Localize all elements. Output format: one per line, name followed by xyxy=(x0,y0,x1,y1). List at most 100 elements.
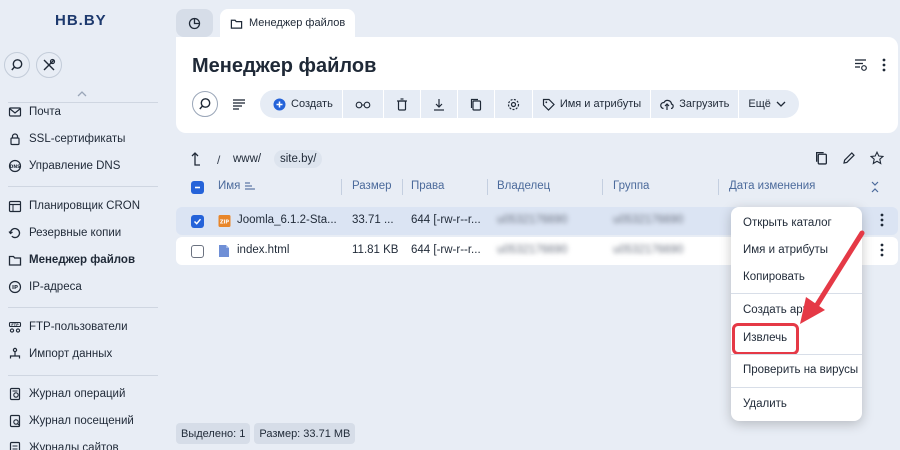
name-attributes-label: Имя и атрибуты xyxy=(559,98,642,110)
selected-count: Выделено: 1 xyxy=(176,423,251,444)
create-button[interactable]: Создать xyxy=(264,90,343,118)
copy-path-button[interactable] xyxy=(815,151,828,168)
file-group: u0532176690 xyxy=(613,244,684,256)
plus-circle-icon xyxy=(273,98,286,110)
sidebar-item-journal[interactable]: Журнал операций xyxy=(8,383,125,405)
journal-icon xyxy=(9,387,21,401)
backup-icon xyxy=(8,227,21,239)
site-logs-icon xyxy=(9,441,21,450)
folder-icon xyxy=(230,19,243,29)
edit-path-button[interactable] xyxy=(842,151,856,168)
tab-file-manager[interactable]: Менеджер файлов xyxy=(220,9,356,37)
svg-text:ZIP: ZIP xyxy=(220,220,229,226)
sidebar-item-file-manager[interactable]: Менеджер файлов xyxy=(8,249,135,271)
file-name[interactable]: Joomla_6.1.2-Sta... xyxy=(237,214,337,226)
copy-button[interactable] xyxy=(458,90,495,118)
sidebar-item-label: Менеджер файлов xyxy=(29,254,136,266)
sidebar-item-ftp[interactable]: FTP FTP-пользователи xyxy=(8,316,128,338)
sidebar-item-backups[interactable]: Резервные копии xyxy=(8,222,121,244)
table-settings-button[interactable] xyxy=(853,57,868,75)
ftp-icon: FTP xyxy=(8,321,22,333)
column-owner[interactable]: Владелец xyxy=(497,180,550,192)
row-checkbox[interactable] xyxy=(191,245,204,258)
cloud-upload-icon xyxy=(660,99,674,110)
search-button[interactable] xyxy=(4,52,30,78)
name-attributes-button[interactable]: Имя и атрибуты xyxy=(533,90,652,118)
tab-dashboard[interactable] xyxy=(176,9,213,37)
row-menu-button[interactable] xyxy=(880,243,884,260)
select-all-checkbox[interactable] xyxy=(191,181,204,194)
trash-icon xyxy=(396,97,407,111)
page-title: Менеджер файлов xyxy=(192,55,377,77)
sidebar-item-ssl[interactable]: SSL-сертификаты xyxy=(8,128,125,150)
tag-icon xyxy=(542,98,555,111)
path-actions xyxy=(815,150,885,168)
sidebar-item-label: Журнал посещений xyxy=(29,415,134,427)
column-name[interactable]: Имя xyxy=(218,180,256,192)
column-size[interactable]: Размер xyxy=(352,180,392,192)
favorite-button[interactable] xyxy=(869,150,885,168)
check-icon xyxy=(193,218,202,225)
collapse-columns-button[interactable] xyxy=(870,180,880,197)
sort-icon xyxy=(245,181,256,190)
sidebar-item-cron[interactable]: Планировщик CRON xyxy=(8,195,140,217)
filter-button[interactable] xyxy=(226,91,252,117)
tools-button[interactable] xyxy=(36,52,62,78)
breadcrumb-www[interactable]: www/ xyxy=(227,150,267,168)
arrow-up-icon xyxy=(191,152,200,166)
glasses-icon xyxy=(355,101,371,109)
header-card: Менеджер файлов Создать Имя и атрибуты З… xyxy=(176,37,898,133)
settings-button[interactable] xyxy=(495,90,533,118)
sidebar-item-visits[interactable]: Журнал посещений xyxy=(8,410,134,432)
chevron-down-icon xyxy=(776,101,786,107)
sidebar-item-site-logs[interactable]: Журналы сайтов xyxy=(8,437,119,450)
column-group[interactable]: Группа xyxy=(613,180,649,192)
file-owner: u0532176690 xyxy=(497,244,568,256)
column-date[interactable]: Дата изменения xyxy=(729,180,815,192)
logo[interactable]: HB.BY xyxy=(55,12,107,29)
menu-item-copy[interactable]: Копировать xyxy=(743,271,805,283)
menu-item-virus-scan[interactable]: Проверить на вирусы xyxy=(743,364,858,376)
menu-item-open-directory[interactable]: Открыть каталог xyxy=(743,217,832,229)
up-directory-button[interactable] xyxy=(190,151,202,169)
file-name[interactable]: index.html xyxy=(237,244,289,256)
sidebar-item-label: FTP-пользователи xyxy=(29,321,128,333)
column-perms[interactable]: Права xyxy=(411,180,444,192)
download-icon xyxy=(433,98,444,111)
more-button[interactable]: Ещё xyxy=(739,90,795,118)
context-menu: Открыть каталог Имя и атрибуты Копироват… xyxy=(731,207,862,421)
star-icon xyxy=(869,150,885,165)
view-button[interactable] xyxy=(343,90,384,118)
table-settings-icon xyxy=(855,59,867,71)
column-divider xyxy=(402,179,403,195)
filter-icon xyxy=(233,99,245,110)
header-actions xyxy=(853,57,886,75)
sidebar-item-dns[interactable]: DNS Управление DNS xyxy=(8,155,120,177)
search-button[interactable] xyxy=(192,91,218,117)
sidebar-item-label: Журналы сайтов xyxy=(29,442,119,450)
download-button[interactable] xyxy=(421,90,458,118)
sidebar-item-ip[interactable]: IP IP-адреса xyxy=(8,276,82,298)
menu-item-create-archive[interactable]: Создать арх xyxy=(743,304,808,316)
menu-divider xyxy=(731,354,862,355)
menu-item-delete[interactable]: Удалить xyxy=(743,398,787,410)
svg-text:IP: IP xyxy=(12,285,18,291)
sidebar-item-import[interactable]: Импорт данных xyxy=(8,343,112,365)
breadcrumb-site[interactable]: site.by/ xyxy=(274,150,323,168)
sidebar-item-label: Журнал операций xyxy=(29,388,126,400)
more-options-button[interactable] xyxy=(882,58,886,75)
row-checkbox[interactable] xyxy=(191,215,204,228)
column-name-label: Имя xyxy=(218,180,241,192)
tools-icon xyxy=(43,58,56,71)
delete-button[interactable] xyxy=(384,90,421,118)
svg-text:DNS: DNS xyxy=(10,164,21,170)
collapse-button[interactable] xyxy=(77,86,87,100)
column-divider xyxy=(718,179,719,195)
sidebar-item-mail[interactable]: Почта xyxy=(8,101,61,123)
column-divider xyxy=(602,179,603,195)
sidebar-item-label: Планировщик CRON xyxy=(29,200,141,212)
upload-button[interactable]: Загрузить xyxy=(651,90,740,118)
row-menu-button[interactable] xyxy=(880,213,884,230)
file-owner: u0532176690 xyxy=(497,214,568,226)
menu-item-name-attributes[interactable]: Имя и атрибуты xyxy=(743,244,828,256)
